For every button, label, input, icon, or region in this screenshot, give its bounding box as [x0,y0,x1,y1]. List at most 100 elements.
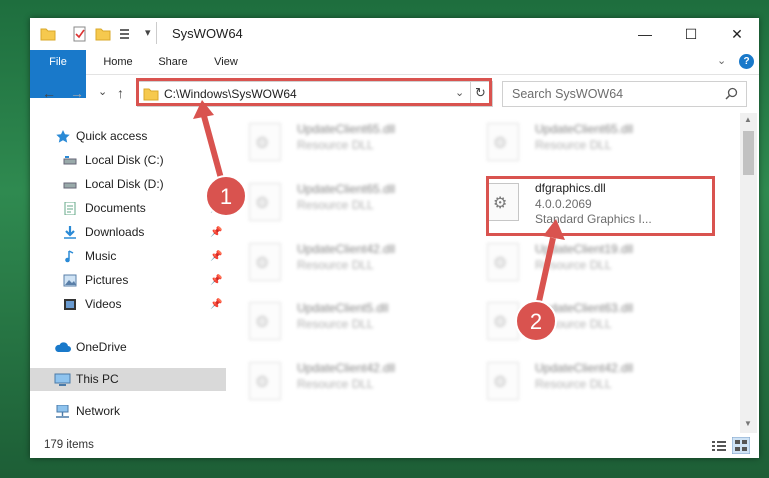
pin-icon[interactable]: 📌 [210,221,222,244]
search-box[interactable]: Search SysWOW64 [502,81,747,107]
file-description: Resource DLL [297,317,374,331]
gear-icon: ⚙ [493,374,508,391]
sidebar-item-label: Videos [85,297,122,311]
new-folder-icon[interactable] [95,26,111,42]
forward-button[interactable]: → [70,85,84,101]
dll-file-icon: ⚙ [249,243,281,281]
gear-icon: ⚙ [255,195,270,212]
file-item[interactable]: ⚙ UpdateClient65.dll Resource DLL [472,117,702,165]
sidebar-item-onedrive[interactable]: OneDrive [30,336,226,359]
search-icon[interactable] [725,87,738,100]
sidebar-item-pictures[interactable]: Pictures 📌 [30,269,226,292]
gear-icon: ⚙ [493,255,508,272]
gear-icon: ⚙ [255,314,270,331]
address-highlight-box [136,78,492,106]
file-name: UpdateClient5.dll [297,301,389,315]
sidebar-item-videos[interactable]: Videos 📌 [30,293,226,316]
title-bar: ▾ SysWOW64 — ☐ ✕ [30,18,759,50]
file-name: UpdateClient63.dll [535,301,634,315]
gear-icon: ⚙ [255,135,270,152]
tab-view[interactable]: View [204,50,248,74]
vertical-scrollbar[interactable]: ▲ ▼ [740,113,757,433]
network-icon [56,405,69,418]
recent-locations-button[interactable]: ⌄ [98,85,107,98]
sidebar-item-local-disk-c[interactable]: Local Disk (C:) [30,149,226,172]
download-icon [64,226,76,239]
sidebar-item-network[interactable]: Network [30,400,226,423]
file-description: Resource DLL [297,198,374,212]
up-button[interactable]: ↑ [117,85,124,101]
gear-icon: ⚙ [255,255,270,272]
large-icons-view-icon[interactable] [732,437,750,454]
maximize-button[interactable]: ☐ [668,18,714,50]
sidebar-item-quick-access[interactable]: Quick access [30,125,226,148]
file-item[interactable]: ⚙ UpdateClient42.dll Resource DLL [234,356,464,404]
details-view-icon[interactable] [712,440,726,452]
pin-icon[interactable]: 📌 [210,293,222,316]
scroll-thumb[interactable] [743,131,754,175]
tab-share[interactable]: Share [148,50,198,74]
file-item[interactable]: ⚙ UpdateClient65.dll Resource DLL [234,117,464,165]
back-button[interactable]: ← [42,85,56,101]
dll-file-icon: ⚙ [487,302,519,340]
pin-icon[interactable]: 📌 [210,269,222,292]
close-button[interactable]: ✕ [714,18,760,50]
file-name: UpdateClient42.dll [297,242,396,256]
sidebar-item-label: Network [76,404,121,418]
dll-file-icon: ⚙ [249,183,281,221]
minimize-button[interactable]: — [622,18,668,50]
drive-icon [63,156,77,165]
file-highlight-box [486,176,715,236]
help-icon[interactable]: ? [739,54,754,69]
gear-icon: ⚙ [493,314,508,331]
file-name: UpdateClient65.dll [297,122,396,136]
file-item[interactable]: ⚙ UpdateClient63.dll Resource DLL [472,296,702,344]
ribbon-tabs: File Home Share View ⌄ ? [30,50,759,98]
file-description: Resource DLL [535,317,612,331]
sidebar-item-music[interactable]: Music 📌 [30,245,226,268]
folder-icon[interactable] [40,26,56,42]
file-name: UpdateClient42.dll [297,361,396,375]
scroll-down-icon[interactable]: ▼ [744,419,752,428]
file-item[interactable]: ⚙ UpdateClient19.dll Resource DLL [472,237,702,285]
sidebar-item-label: Music [85,249,117,263]
file-item[interactable]: ⚙ UpdateClient42.dll Resource DLL [472,356,702,404]
documents-icon [64,202,76,215]
pin-icon[interactable]: 📌 [210,245,222,268]
sidebar-item-downloads[interactable]: Downloads 📌 [30,221,226,244]
file-item[interactable]: ⚙ UpdateClient5.dll Resource DLL [234,296,464,344]
customize-icon[interactable] [118,26,136,42]
search-input[interactable]: Search SysWOW64 [512,87,623,101]
file-list: ⚙ UpdateClient65.dll Resource DLL ⚙ Upda… [234,113,740,433]
dll-file-icon: ⚙ [249,123,281,161]
file-name: UpdateClient19.dll [535,242,634,256]
sidebar-item-documents[interactable]: Documents 📌 [30,197,226,220]
sidebar-item-local-disk-d[interactable]: Local Disk (D:) [30,173,226,196]
tab-home[interactable]: Home [94,50,142,74]
item-count: 179 items [44,439,94,451]
music-icon [65,250,74,263]
expand-ribbon-icon[interactable]: ⌄ [717,54,726,67]
status-bar: 179 items [30,434,759,458]
sidebar-item-label: This PC [76,372,119,386]
quick-access-dropdown-icon[interactable]: ▾ [145,26,151,39]
star-icon [56,130,70,143]
gear-icon: ⚙ [493,135,508,152]
file-name: UpdateClient65.dll [297,182,396,196]
file-description: Resource DLL [297,138,374,152]
title-divider [156,22,157,44]
dll-file-icon: ⚙ [249,302,281,340]
sidebar-item-label: Local Disk (C:) [85,153,164,167]
properties-icon[interactable] [72,26,88,42]
scroll-up-icon[interactable]: ▲ [744,115,752,124]
gear-icon: ⚙ [255,374,270,391]
computer-icon [54,373,71,386]
pin-icon[interactable]: 📌 [210,197,222,220]
file-name: UpdateClient42.dll [535,361,634,375]
sidebar-item-this-pc[interactable]: This PC [30,368,226,391]
file-item[interactable]: ⚙ UpdateClient42.dll Resource DLL [234,237,464,285]
file-item[interactable]: ⚙ UpdateClient65.dll Resource DLL [234,177,464,225]
sidebar-item-label: Local Disk (D:) [85,177,164,191]
file-description: Resource DLL [535,138,612,152]
sidebar-item-label: Downloads [85,225,145,239]
